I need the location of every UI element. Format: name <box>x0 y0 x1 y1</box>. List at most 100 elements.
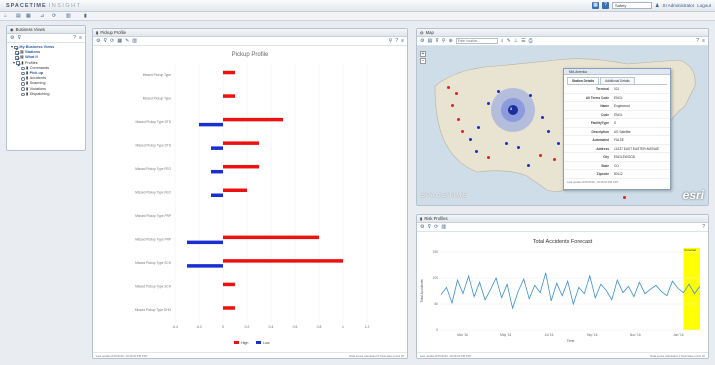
station-marker[interactable] <box>547 130 550 133</box>
search-icon[interactable]: ⌕ <box>501 38 504 44</box>
settings-icon[interactable]: ⚙ <box>96 38 100 44</box>
station-marker[interactable] <box>541 116 544 119</box>
map-canvas[interactable]: 3 + − SPACE/TIME esri Mid-America Statio… <box>417 46 708 205</box>
legend-swatch <box>234 341 239 344</box>
station-marker[interactable] <box>557 142 560 145</box>
bar-low[interactable] <box>187 240 223 245</box>
logout-link[interactable]: Logout <box>697 3 711 8</box>
menu-icon[interactable]: ≡ <box>702 38 705 44</box>
category-label: Missed Pickup Type SHO <box>135 308 172 312</box>
edit-icon[interactable]: ✎ <box>125 38 129 44</box>
profile-dispatching[interactable]: ▮ Dispatching <box>11 92 81 97</box>
station-marker[interactable] <box>477 126 480 129</box>
locate-icon[interactable]: ⊕ <box>449 38 453 44</box>
bar-low[interactable] <box>211 193 223 198</box>
zoom-in-button[interactable]: + <box>420 51 426 57</box>
help-icon[interactable]: ? <box>702 224 705 230</box>
help-icon[interactable]: ? <box>73 35 76 41</box>
station-marker[interactable] <box>505 142 508 145</box>
list-icon[interactable]: ☰ <box>521 38 525 44</box>
station-marker[interactable] <box>517 146 520 149</box>
zoom-out-button[interactable]: − <box>420 58 426 64</box>
popup-row: Description US Satellite <box>564 128 670 136</box>
checkbox-icon[interactable] <box>15 56 19 60</box>
tab-additional-details[interactable]: Additional Details <box>600 77 635 84</box>
filter-icon[interactable]: ⊽ <box>103 38 107 44</box>
measure-icon[interactable]: ✎ <box>507 38 511 44</box>
menu-icon[interactable]: ≡ <box>79 35 82 41</box>
station-marker[interactable] <box>455 92 458 95</box>
home-icon[interactable]: ⌂ <box>4 13 12 19</box>
bar-high[interactable] <box>223 282 235 287</box>
menu-icon[interactable]: ≡ <box>401 38 404 44</box>
refresh-icon[interactable]: ⟳ <box>110 38 114 44</box>
bar-high[interactable] <box>223 188 247 193</box>
ruler-icon[interactable]: ⊥ <box>514 38 518 44</box>
context-select[interactable]: Safety <box>611 2 652 9</box>
cluster-count[interactable]: 3 <box>510 107 512 111</box>
station-marker[interactable] <box>487 102 490 105</box>
checkbox-icon[interactable] <box>15 51 19 55</box>
popup-row: City ENGLEWOOD <box>564 153 670 162</box>
layout-icon[interactable]: ▤ <box>16 13 24 19</box>
columns-icon[interactable]: ▥ <box>132 38 137 44</box>
location-search-input[interactable] <box>455 38 498 44</box>
user-name[interactable]: SI Administrator <box>662 3 694 8</box>
station-marker[interactable] <box>469 138 472 141</box>
bar-high[interactable] <box>223 117 283 122</box>
refresh-icon[interactable]: ⟳ <box>52 13 60 19</box>
settings-icon[interactable]: ⚙ <box>420 38 424 44</box>
print-icon[interactable]: ⎙ <box>529 38 533 44</box>
y-axis-label: Total Accidents <box>420 279 424 303</box>
bar-high[interactable] <box>223 70 235 75</box>
help-icon[interactable]: ? <box>696 38 699 44</box>
pin-icon[interactable]: ⚲ <box>389 38 393 44</box>
filter-icon[interactable]: ⊿ <box>40 13 48 19</box>
tile-icon[interactable]: ▦ <box>26 13 34 19</box>
filter-icon[interactable]: ⊽ <box>17 35 21 41</box>
bar-low[interactable] <box>211 169 223 174</box>
bar-low[interactable] <box>187 264 223 268</box>
help-icon[interactable]: ? <box>395 38 398 44</box>
grid-icon[interactable]: ▦ <box>591 2 599 9</box>
station-marker[interactable] <box>539 154 542 157</box>
bar-low[interactable] <box>211 146 223 150</box>
pickup-chart: Pickup Profile -0.4 -0.2 0 0.2 0.4 0.6 0.8 1 1.2 M… <box>135 52 370 345</box>
bar-high[interactable] <box>223 164 259 169</box>
settings-icon[interactable]: ⚙ <box>10 35 14 41</box>
station-marker[interactable] <box>527 164 530 167</box>
station-marker[interactable] <box>447 86 450 89</box>
station-marker[interactable] <box>461 130 464 133</box>
refresh-icon[interactable]: ⟳ <box>434 224 438 230</box>
station-marker[interactable] <box>497 90 500 93</box>
help-icon[interactable]: ? <box>601 2 609 9</box>
chart-icon[interactable]: ▮ <box>84 13 92 19</box>
bar-high[interactable] <box>223 306 235 310</box>
columns-icon[interactable]: ▥ <box>66 13 74 19</box>
columns-icon[interactable]: ▥ <box>441 224 446 230</box>
bar-high[interactable] <box>223 94 235 98</box>
bar-low[interactable] <box>199 122 223 127</box>
layers-icon[interactable]: ▤ <box>427 38 432 44</box>
tab-station-details[interactable]: Station Details <box>567 77 600 84</box>
station-marker[interactable] <box>451 104 454 107</box>
bar-high[interactable] <box>223 235 319 240</box>
checkbox-icon[interactable] <box>16 61 20 65</box>
pin-icon[interactable]: ⚲ <box>442 38 446 44</box>
station-marker[interactable] <box>457 118 460 121</box>
station-marker[interactable] <box>487 156 490 159</box>
station-marker[interactable] <box>553 158 556 161</box>
filter-icon[interactable]: ⊽ <box>427 224 431 230</box>
bar-high[interactable] <box>223 259 343 263</box>
checkbox-icon[interactable] <box>14 45 18 50</box>
station-marker[interactable] <box>475 150 478 153</box>
settings-icon[interactable]: ⚙ <box>420 224 424 230</box>
table-icon[interactable]: ▦ <box>117 38 122 44</box>
bar-high[interactable] <box>223 141 259 145</box>
filter-icon[interactable]: ⊽ <box>435 38 439 44</box>
popup-value: ENGL <box>614 95 623 100</box>
chart-title: Pickup Profile <box>232 52 269 58</box>
station-marker[interactable] <box>529 94 532 97</box>
station-marker[interactable] <box>623 196 626 199</box>
popup-key: Name <box>600 104 609 108</box>
